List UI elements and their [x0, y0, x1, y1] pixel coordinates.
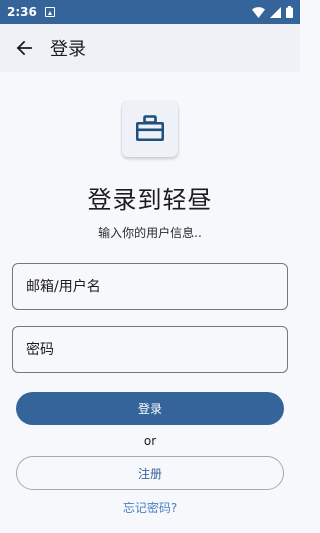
status-time: 2:36 [7, 5, 37, 19]
login-content: 登录到轻昼 输入你的用户信息.. 登录 or 注册 忘记密码? [0, 72, 300, 516]
signal-icon [270, 6, 281, 18]
register-button[interactable]: 注册 [16, 456, 284, 490]
email-username-input[interactable] [12, 263, 288, 310]
login-button[interactable]: 登录 [16, 392, 284, 425]
app-logo [122, 101, 178, 157]
status-left: 2:36 [7, 5, 55, 19]
status-right [252, 6, 293, 18]
login-heading: 登录到轻昼 [87, 186, 213, 214]
page-title: 登录 [50, 39, 86, 60]
arrow-left-icon [16, 40, 32, 56]
notification-icon [44, 7, 55, 17]
login-subheading: 输入你的用户信息.. [98, 226, 202, 240]
or-separator: or [143, 434, 157, 448]
wifi-icon [252, 6, 265, 18]
back-button[interactable] [12, 36, 36, 60]
battery-icon [286, 6, 293, 18]
status-bar: 2:36 [0, 0, 300, 24]
password-input[interactable] [12, 326, 288, 373]
forgot-password-link[interactable]: 忘记密码? [123, 499, 177, 516]
app-bar: 登录 [0, 24, 300, 72]
briefcase-icon [136, 115, 164, 141]
